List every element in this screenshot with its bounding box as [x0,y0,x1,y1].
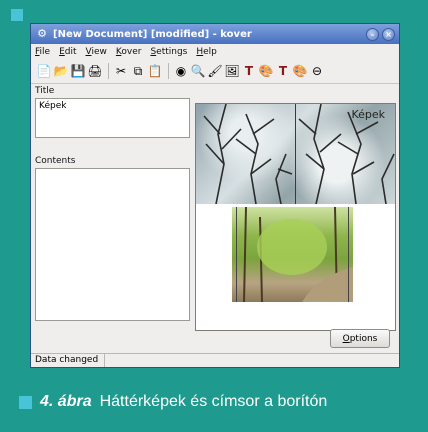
options-button[interactable]: Options [330,329,390,348]
forest-graphic [243,207,353,302]
image-divider [295,104,296,204]
new-document-icon[interactable]: 📄 [36,63,52,79]
frame-line-right [348,207,349,302]
title-font-icon[interactable]: T [241,63,257,79]
cddb-icon[interactable]: ◉ [173,63,189,79]
contents-input[interactable] [35,168,190,321]
status-text: Data changed [35,354,106,367]
cover-preview[interactable]: Képek [195,103,396,331]
toolbar: 📄 📂 💾 🖨 ✂ ⧉ 📋 ◉ 🔍 🖌 🖼 T 🎨 T 🎨 ⊖ [31,59,399,84]
figure-caption: 4. ábra Háttérképek és címsor a borítón [19,393,327,411]
menu-bar: File Edit View Kover Settings Help [31,44,399,59]
app-icon[interactable]: ⚙ [35,27,49,41]
menu-settings[interactable]: Settings [150,47,187,57]
cd-icon[interactable]: ⊖ [309,63,325,79]
caption-number: 4. ábra [40,393,92,410]
contents-color-icon[interactable]: 🎨 [292,63,308,79]
window-title: [New Document] [modified] - kover [53,28,252,40]
open-folder-icon[interactable]: 📂 [53,63,69,79]
cut-icon[interactable]: ✂ [113,63,129,79]
title-input[interactable]: Képek [35,98,190,138]
minimize-button[interactable]: – [366,27,379,41]
background-image-icon[interactable]: 🖼 [224,63,240,79]
search-icon[interactable]: 🔍 [190,63,206,79]
caption-square [19,395,32,409]
frame-line-left [236,207,237,302]
title-color-icon[interactable]: 🎨 [258,63,274,79]
cover-title-text: Képek [351,108,385,121]
menu-kover[interactable]: Kover [116,47,142,57]
menu-edit[interactable]: Edit [59,47,76,57]
status-bar: Data changed [31,353,399,367]
title-bar[interactable]: ⚙ [New Document] [modified] - kover – × [31,24,399,44]
app-window: ⚙ [New Document] [modified] - kover – × … [30,23,400,368]
accent-square [11,9,23,21]
close-button[interactable]: × [382,27,395,41]
background-image-trees: Képek [196,104,395,204]
toolbar-separator [108,63,109,79]
paste-icon[interactable]: 📋 [147,63,163,79]
print-icon[interactable]: 🖨 [87,63,103,79]
menu-view[interactable]: View [86,47,107,57]
image-icon[interactable]: 🖌 [207,63,223,79]
toolbar-separator [168,63,169,79]
caption-text: Háttérképek és címsor a borítón [99,393,328,410]
menu-file[interactable]: File [35,47,50,57]
menu-help[interactable]: Help [196,47,217,57]
contents-font-icon[interactable]: T [275,63,291,79]
background-image-forest [232,207,353,302]
left-panel: Title Képek Contents [35,86,190,321]
save-icon[interactable]: 💾 [70,63,86,79]
copy-icon[interactable]: ⧉ [130,63,146,79]
contents-label: Contents [35,156,76,166]
title-label: Title [35,86,55,96]
